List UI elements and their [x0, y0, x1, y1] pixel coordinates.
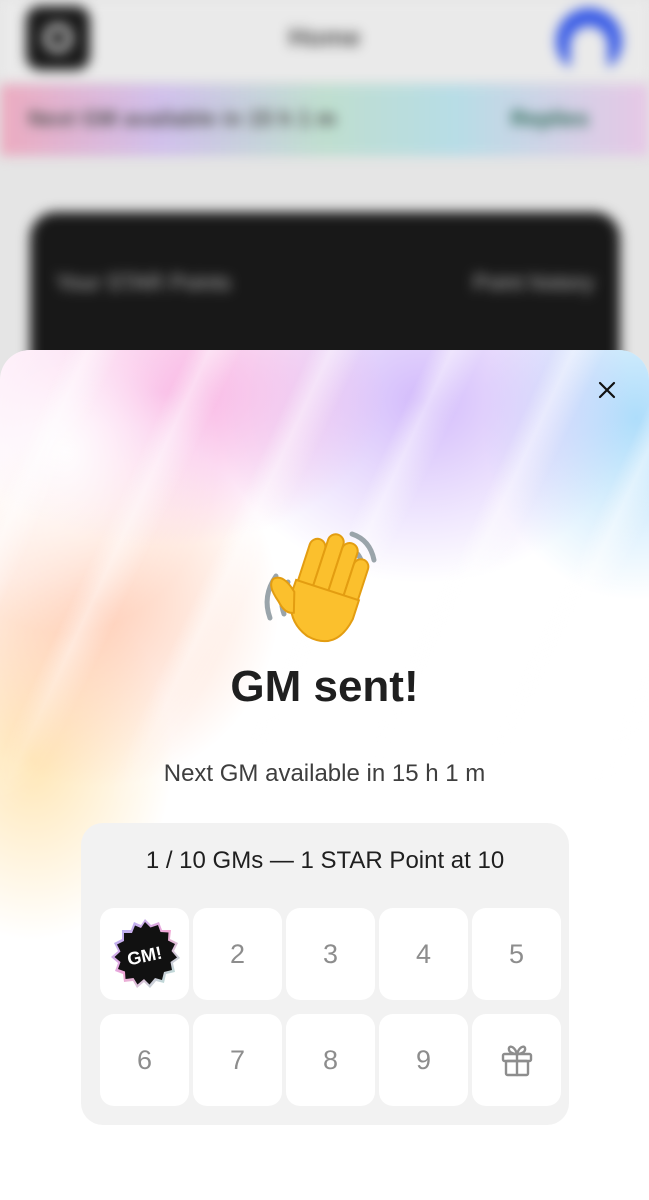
close-icon: [598, 381, 616, 399]
gm-day-cell-6: 6: [100, 1014, 189, 1106]
gm-progress-grid: GM! 2 3 4 5 6 7 8 9: [100, 908, 561, 1106]
gm-reward-cell: [472, 1014, 561, 1106]
gm-progress-text: 1 / 10 GMs — 1 STAR Point at 10: [145, 847, 505, 874]
gm-day-cell-5: 5: [472, 908, 561, 1000]
gm-day-cell-4: 4: [379, 908, 468, 1000]
gm-day-cell-7: 7: [193, 1014, 282, 1106]
gm-progress-card: 1 / 10 GMs — 1 STAR Point at 10 GM! 2 3 …: [81, 823, 569, 1125]
gm-day-cell-9: 9: [379, 1014, 468, 1106]
gm-day-cell-1: GM!: [100, 908, 189, 1000]
next-gm-countdown: Next GM available in 15 h 1 m: [163, 760, 486, 787]
gm-day-cell-3: 3: [286, 908, 375, 1000]
gm-badge-icon: GM!: [110, 919, 180, 988]
gift-icon: [501, 1045, 532, 1077]
waving-hand-icon: [264, 531, 377, 643]
gm-day-cell-2: 2: [193, 908, 282, 1000]
close-button[interactable]: [589, 372, 625, 408]
sheet-title: GM sent!: [230, 662, 419, 711]
gm-sent-sheet: GM sent! Next GM available in 15 h 1 m 1…: [0, 350, 649, 1200]
gm-day-cell-8: 8: [286, 1014, 375, 1106]
